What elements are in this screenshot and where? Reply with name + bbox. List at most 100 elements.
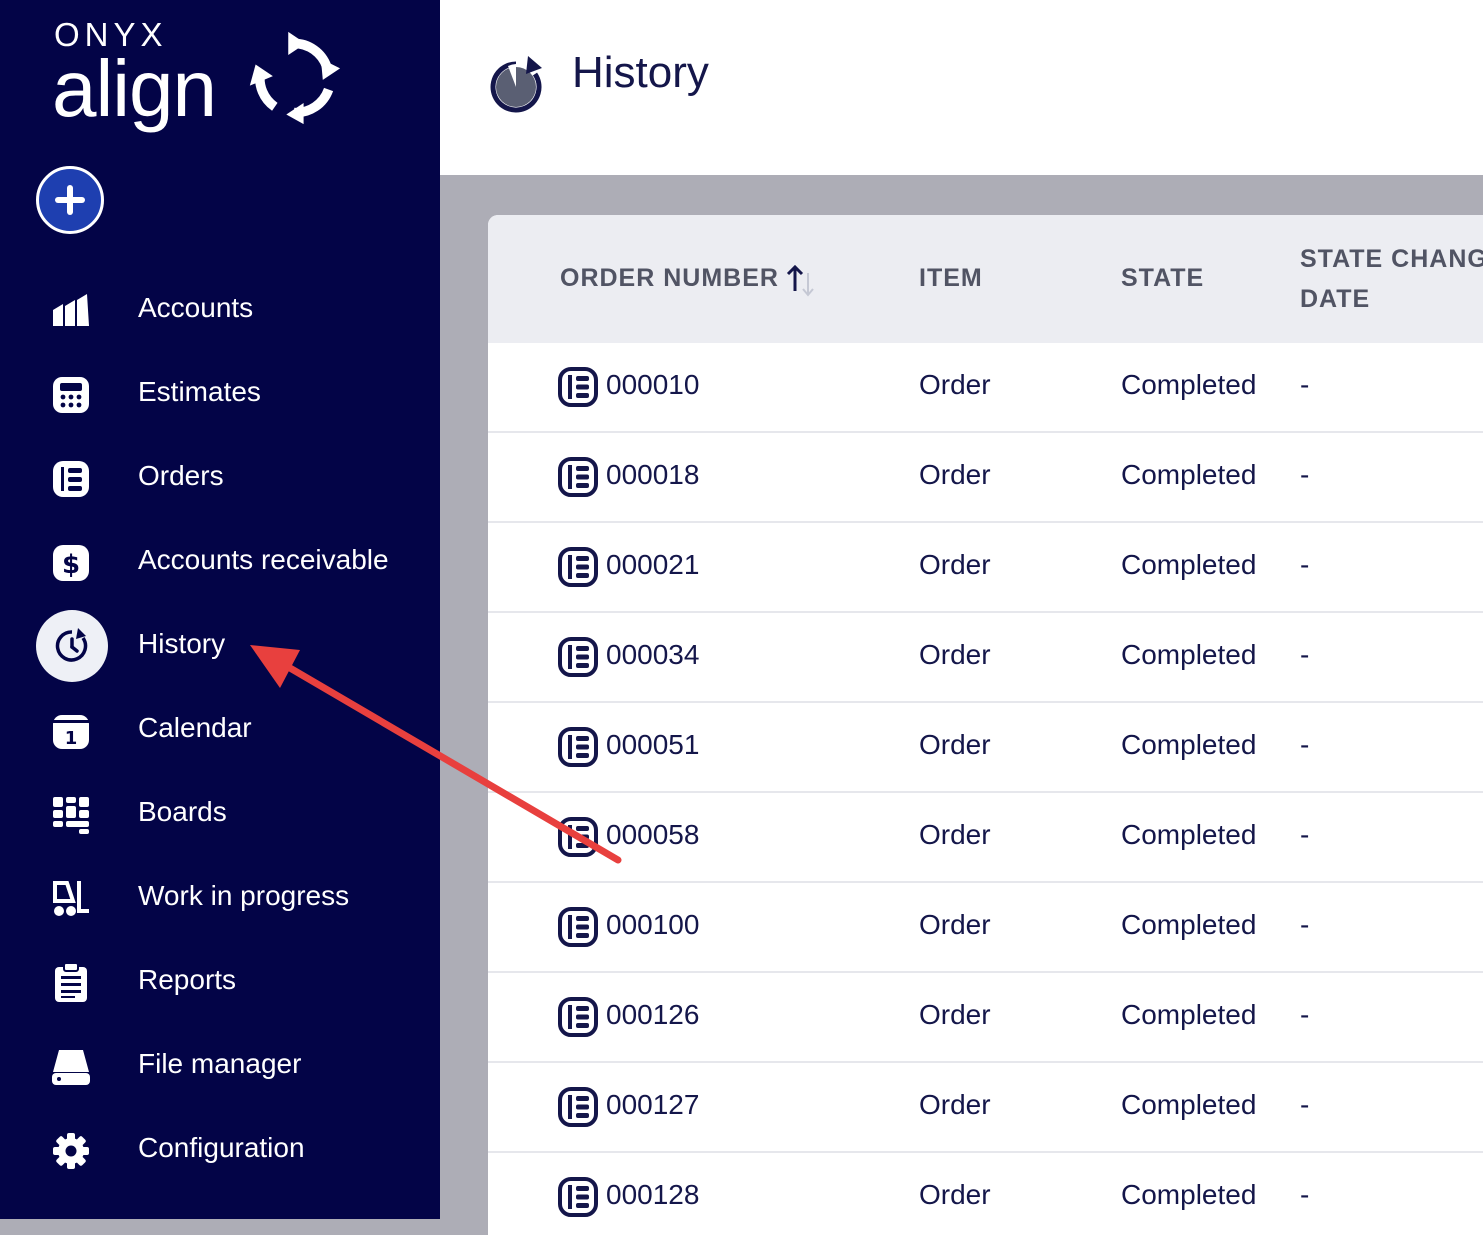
- sidebar-item-label: Accounts: [138, 292, 254, 323]
- order-icon: [558, 727, 598, 767]
- state-change-date: -: [1300, 459, 1310, 490]
- sidebar-item-accounts-receivable[interactable]: $ Accounts receivable: [0, 527, 440, 597]
- state-change-date: -: [1300, 1089, 1310, 1120]
- item-type: Order: [919, 819, 991, 850]
- sidebar-item-label: Boards: [138, 796, 227, 827]
- item-type: Order: [919, 1089, 991, 1120]
- item-type: Order: [919, 549, 991, 580]
- table-row[interactable]: 000018 Order Completed -: [488, 433, 1483, 523]
- accounts-icon: [50, 290, 92, 332]
- sidebar-item-work-in-progress[interactable]: Work in progress: [0, 863, 440, 933]
- state-change-date: -: [1300, 549, 1310, 580]
- drive-icon: [50, 1046, 92, 1088]
- sidebar-item-accounts[interactable]: Accounts: [0, 275, 440, 345]
- column-header-state[interactable]: STATE: [1121, 258, 1204, 298]
- state-value: Completed: [1121, 369, 1257, 400]
- table-header: ORDER NUMBER ITEM STATE STATE CHANGE DAT…: [488, 215, 1483, 343]
- column-header-item[interactable]: ITEM: [919, 258, 983, 298]
- sidebar-item-orders[interactable]: Orders: [0, 443, 440, 513]
- order-number[interactable]: 000127: [606, 1089, 699, 1121]
- dollar-icon: $: [50, 542, 92, 584]
- column-header-order-number[interactable]: ORDER NUMBER: [560, 258, 779, 298]
- order-icon: [558, 1177, 598, 1217]
- order-number[interactable]: 000010: [606, 369, 699, 401]
- order-icon: [558, 547, 598, 587]
- order-icon: [558, 817, 598, 857]
- table-row[interactable]: 000034 Order Completed -: [488, 613, 1483, 703]
- history-table: ORDER NUMBER ITEM STATE STATE CHANGE DAT…: [488, 215, 1483, 1235]
- logo-brand-main: align: [52, 44, 217, 133]
- history-icon: [36, 610, 108, 682]
- orders-icon: [50, 458, 92, 500]
- state-value: Completed: [1121, 999, 1257, 1030]
- table-row[interactable]: 000021 Order Completed -: [488, 523, 1483, 613]
- table-row[interactable]: 000128 Order Completed -: [488, 1153, 1483, 1235]
- calculator-icon: [50, 374, 92, 416]
- table-row[interactable]: 000100 Order Completed -: [488, 883, 1483, 973]
- item-type: Order: [919, 369, 991, 400]
- table-row[interactable]: 000058 Order Completed -: [488, 793, 1483, 883]
- svg-text:1: 1: [65, 728, 78, 749]
- app-logo[interactable]: ONYX align: [52, 14, 352, 144]
- order-icon: [558, 367, 598, 407]
- sidebar-item-label: Reports: [138, 964, 237, 995]
- cycle-logo-icon: [249, 31, 341, 125]
- state-change-date: -: [1300, 819, 1310, 850]
- add-new-button[interactable]: [36, 166, 104, 234]
- table-row[interactable]: 000127 Order Completed -: [488, 1063, 1483, 1153]
- order-number[interactable]: 000128: [606, 1179, 699, 1211]
- state-value: Completed: [1121, 549, 1257, 580]
- state-change-date: -: [1300, 729, 1310, 760]
- state-value: Completed: [1121, 729, 1257, 760]
- state-change-date: -: [1300, 999, 1310, 1030]
- sidebar-item-calendar[interactable]: 1 Calendar: [0, 695, 440, 765]
- state-value: Completed: [1121, 1089, 1257, 1120]
- sidebar-item-history[interactable]: History: [0, 610, 440, 682]
- state-value: Completed: [1121, 819, 1257, 850]
- plus-icon: [55, 185, 85, 215]
- sort-ascending-icon[interactable]: [784, 263, 820, 299]
- order-number[interactable]: 000100: [606, 909, 699, 941]
- order-icon: [558, 1087, 598, 1127]
- order-number[interactable]: 000034: [606, 639, 699, 671]
- state-value: Completed: [1121, 909, 1257, 940]
- sidebar-item-reports[interactable]: Reports: [0, 947, 440, 1017]
- order-icon: [558, 997, 598, 1037]
- page-header: History: [440, 0, 1483, 175]
- page-title: History: [572, 48, 709, 97]
- sidebar-item-boards[interactable]: Boards: [0, 779, 440, 849]
- sidebar-item-label: Estimates: [138, 376, 261, 407]
- state-value: Completed: [1121, 459, 1257, 490]
- order-number[interactable]: 000018: [606, 459, 699, 491]
- state-value: Completed: [1121, 1179, 1257, 1210]
- item-type: Order: [919, 909, 991, 940]
- column-header-state-change-date[interactable]: STATE CHANGE DATE: [1300, 239, 1483, 319]
- gear-icon: [50, 1130, 92, 1172]
- order-number[interactable]: 000051: [606, 729, 699, 761]
- table-row[interactable]: 000126 Order Completed -: [488, 973, 1483, 1063]
- table-row[interactable]: 000051 Order Completed -: [488, 703, 1483, 793]
- sidebar-item-file-manager[interactable]: File manager: [0, 1031, 440, 1101]
- item-type: Order: [919, 1179, 991, 1210]
- state-change-date: -: [1300, 369, 1310, 400]
- state-change-date: -: [1300, 1179, 1310, 1210]
- item-type: Order: [919, 459, 991, 490]
- calendar-icon: 1: [50, 710, 92, 752]
- sidebar-item-estimates[interactable]: Estimates: [0, 359, 440, 429]
- table-row[interactable]: 000010 Order Completed -: [488, 343, 1483, 433]
- order-number[interactable]: 000126: [606, 999, 699, 1031]
- order-icon: [558, 457, 598, 497]
- svg-text:$: $: [62, 550, 80, 580]
- sidebar-item-label: Calendar: [138, 712, 252, 743]
- order-icon: [558, 907, 598, 947]
- item-type: Order: [919, 999, 991, 1030]
- column-header-line: DATE: [1300, 285, 1371, 313]
- sidebar-item-label: File manager: [138, 1048, 302, 1079]
- order-number[interactable]: 000021: [606, 549, 699, 581]
- order-number[interactable]: 000058: [606, 819, 699, 851]
- boards-icon: [50, 794, 92, 836]
- item-type: Order: [919, 729, 991, 760]
- sidebar-item-label: Orders: [138, 460, 224, 491]
- sidebar: ONYX align Accounts Estimates Orders $ A…: [0, 0, 440, 1219]
- sidebar-item-configuration[interactable]: Configuration: [0, 1115, 440, 1185]
